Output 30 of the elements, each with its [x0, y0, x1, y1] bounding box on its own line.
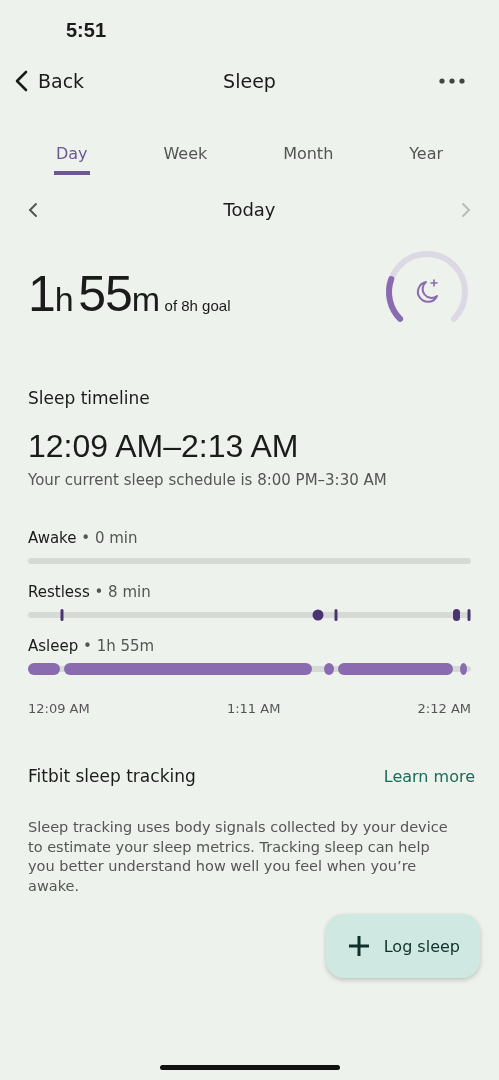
axis-label: 1:11 AM [226, 701, 281, 716]
schedule-text: Your current sleep schedule is 8:00 PM–3:30 AM [28, 471, 388, 489]
sleep-duration: 1h 55m of 8h goal [28, 265, 231, 323]
previous-icon[interactable] [28, 201, 38, 218]
stage-duration: • 0 min [81, 529, 138, 547]
stage-duration: • 1h 55m [83, 637, 155, 655]
sleep-range: 12:09 AM–2:13 AM [28, 428, 300, 465]
page-title: Sleep [222, 70, 277, 92]
moon-icon [416, 279, 438, 303]
period-tab[interactable]: Year [407, 140, 446, 175]
back-button[interactable]: Back [14, 70, 85, 92]
plus-icon [347, 935, 370, 957]
section-title: Sleep timeline [28, 388, 151, 408]
date-label: Today [223, 199, 276, 220]
axis-label: 12:09 AM [28, 701, 90, 716]
more-icon[interactable] [439, 78, 465, 84]
section-title: Fitbit sleep tracking [28, 766, 196, 786]
stage-name: Awake [28, 529, 77, 547]
back-icon [14, 70, 28, 92]
info-text: Sleep tracking uses body signals collected by your device to estimate your sleep metrics. Tracking sleep can help you better understand how well you feel when you’re awake. [28, 818, 449, 896]
stage-duration: • 8 min [94, 583, 151, 601]
period-tab[interactable]: Month [281, 140, 336, 175]
period-tab[interactable]: Day [53, 140, 90, 175]
status-time: 5:51 [66, 18, 107, 42]
axis-label: 2:12 AM [417, 701, 471, 716]
learn-more-link[interactable]: Learn more [383, 766, 475, 786]
stage-name: Asleep [28, 637, 79, 655]
period-tab[interactable]: Week [161, 140, 210, 175]
log-sleep-button[interactable]: Log sleep [325, 914, 480, 978]
stage-name: Restless [28, 583, 90, 601]
